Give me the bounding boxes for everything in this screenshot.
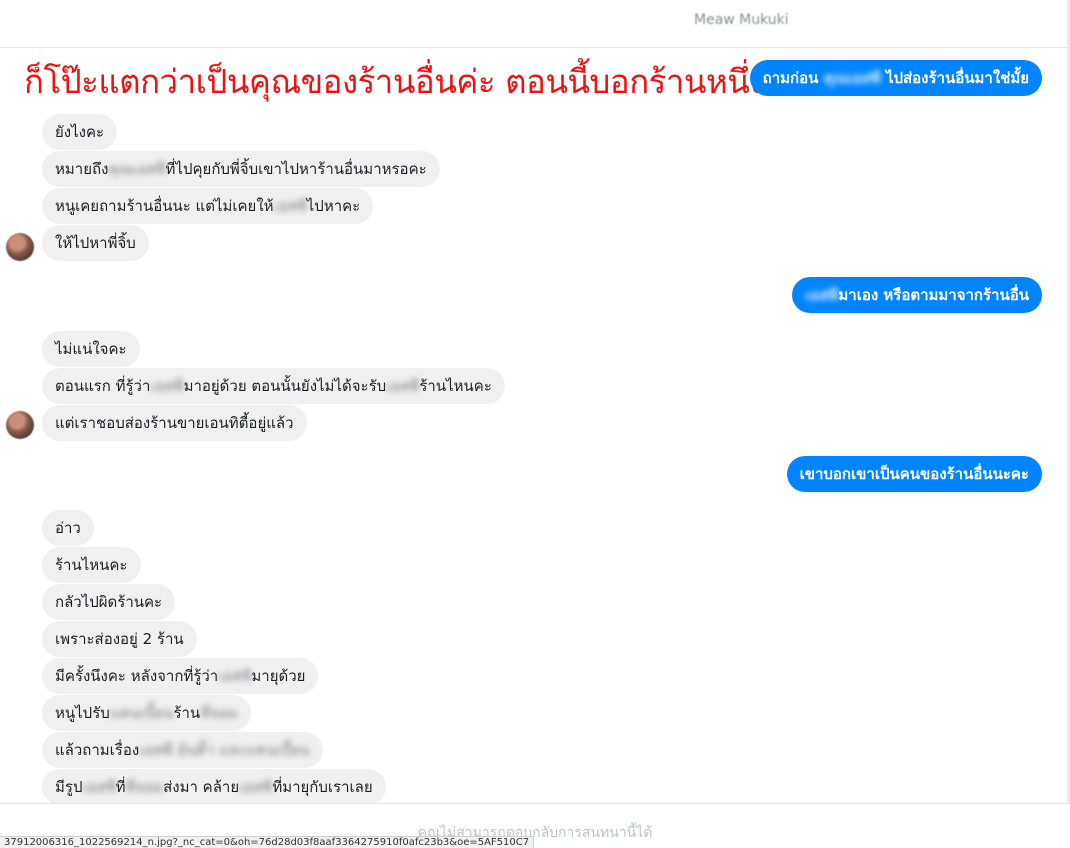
incoming-message: ร้านไหนคะ	[42, 547, 141, 583]
message-text: แล้วถามเรื่อง	[55, 741, 140, 759]
redacted-text: เอสพี	[150, 377, 184, 395]
message-text: ที่มายุกับเราเลย	[272, 778, 373, 796]
outgoing-message: เอสพีมาเอง หรือตามมาจากร้านอื่น	[792, 277, 1042, 313]
incoming-message: มีรูปเอสพีที่ทีจอมส่งมา คล้ายเอสพีที่มาย…	[42, 769, 386, 805]
incoming-message: ตอนแรก ที่รู้ว่าเอสพีมาอยู่ด้วย ตอนนั้นย…	[42, 368, 505, 404]
message-text: เพราะส่องอยู่ 2 ร้าน	[55, 630, 184, 648]
message-text: มาอยู่ด้วย ตอนนั้นยังไม่ได้จะรับ	[183, 377, 387, 395]
overlay-caption: ก็โป๊ะแตกว่าเป็นคุณของร้านอื่นค่ะ ตอนนี้…	[24, 62, 765, 101]
message-text: มีรูป	[55, 778, 83, 796]
message-text: หนูไปรับ	[55, 704, 110, 722]
incoming-message: ไม่แน่ใจคะ	[42, 331, 140, 367]
outgoing-message: ถามก่อน คุณเอสพี ไปส่องร้านอื่นมาใช่มั้ย	[749, 60, 1042, 96]
incoming-message: กลัวไปผิดร้านคะ	[42, 584, 176, 620]
redacted-text: ทีจอม	[200, 704, 238, 722]
incoming-message: แล้วถามเรื่องเอสพี อันติ้า และแคนเบี้ยน	[42, 732, 323, 768]
incoming-message: ยังไงคะ	[42, 114, 118, 150]
contact-avatar[interactable]	[6, 411, 34, 439]
redacted-text: เอสพี	[273, 197, 307, 215]
message-text: ไปส่องร้านอื่นมาใช่มั้ย	[880, 69, 1029, 87]
incoming-message: ให้ไปหาพี่จิ้บ	[42, 225, 149, 261]
contact-avatar[interactable]	[6, 233, 34, 261]
conversation-header: Meaw Mukuki	[0, 0, 1070, 48]
incoming-message: หนูเคยถามร้านอื่นนะ แต่ไม่เคยให้เอสพีไปห…	[42, 188, 374, 224]
message-text: มาเอง หรือตามมาจากร้านอื่น	[838, 286, 1029, 304]
redacted-text: เอสพี	[218, 667, 252, 685]
incoming-message: เพราะส่องอยู่ 2 ร้าน	[42, 621, 197, 657]
message-text: อ่าว	[55, 519, 81, 537]
incoming-message: หนูไปรับแคนเบี้ยนร้านทีจอม	[42, 695, 251, 731]
contact-name[interactable]: Meaw Mukuki	[694, 12, 789, 28]
redacted-text: เอสพี	[82, 778, 116, 796]
message-text: เขาบอกเขาเป็นคนของร้านอื่นนะคะ	[799, 465, 1029, 483]
message-text: ร้าน	[173, 704, 201, 722]
redacted-text: เอสพี	[805, 286, 839, 304]
message-text: ร้านไหนคะ	[419, 377, 492, 395]
message-text: หมายถึง	[55, 160, 109, 178]
redacted-text: แคนเบี้ยน	[109, 704, 174, 722]
message-text: ที่	[115, 778, 126, 796]
incoming-message: มีครั้งนึงคะ หลังจากที่รู้ว่าเอสพีมายุด้…	[42, 658, 319, 694]
message-text: ที่ไปคุยกับพี่จิ้บเขาไปหาร้านอื่นมาหรอคะ	[165, 160, 427, 178]
message-text: ไปหาคะ	[306, 197, 361, 215]
redacted-text: เอสพี	[386, 377, 420, 395]
message-text: แต่เราชอบส่องร้านขายเอนทิตี้อยู่แล้ว	[55, 414, 294, 432]
message-text: ไม่แน่ใจคะ	[55, 340, 127, 358]
redacted-text: เอสพี	[239, 778, 273, 796]
redacted-text: ทีจอม	[125, 778, 164, 796]
redacted-text: คุณเอสพี	[108, 160, 166, 178]
message-text: กลัวไปผิดร้านคะ	[55, 593, 163, 611]
message-text: หนูเคยถามร้านอื่นนะ แต่ไม่เคยให้	[55, 197, 274, 215]
message-text: ส่งมา คล้าย	[163, 778, 240, 796]
message-text: ถามก่อน	[762, 69, 824, 87]
message-text: ตอนแรก ที่รู้ว่า	[55, 377, 151, 395]
browser-status-bar: 37912006316_1022569214_n.jpg?_nc_cat=0&o…	[0, 836, 535, 848]
message-text: มีครั้งนึงคะ หลังจากที่รู้ว่า	[55, 667, 219, 685]
incoming-message: หมายถึงคุณเอสพีที่ไปคุยกับพี่จิ้บเขาไปหา…	[42, 151, 440, 187]
message-text: ยังไงคะ	[55, 123, 105, 141]
incoming-message: แต่เราชอบส่องร้านขายเอนทิตี้อยู่แล้ว	[42, 405, 307, 441]
redacted-text: เอสพี อันติ้า และแคนเบี้ยน	[139, 741, 310, 759]
message-text: ร้านไหนคะ	[55, 556, 128, 574]
incoming-message: อ่าว	[42, 510, 94, 546]
message-text: ให้ไปหาพี่จิ้บ	[55, 234, 136, 252]
message-text: มายุด้วย	[251, 667, 306, 685]
redacted-text: คุณเอสพี	[823, 69, 881, 87]
outgoing-message: เขาบอกเขาเป็นคนของร้านอื่นนะคะ	[786, 456, 1042, 492]
